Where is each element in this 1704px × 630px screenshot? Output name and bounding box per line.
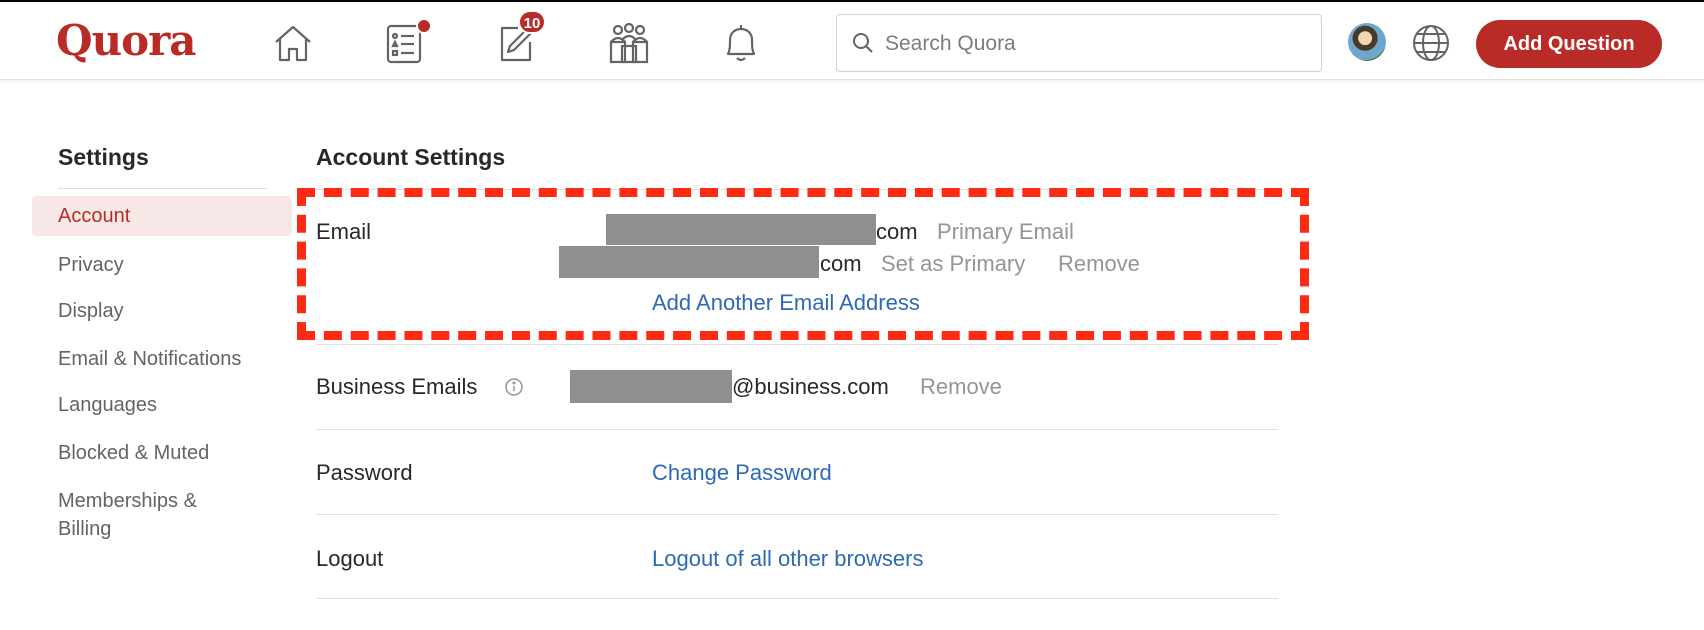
sidebar-divider — [58, 188, 268, 189]
row-divider — [316, 514, 1278, 515]
home-icon[interactable] — [270, 20, 316, 66]
redacted-business-email — [570, 370, 732, 403]
logout-label: Logout — [316, 546, 384, 571]
add-question-button[interactable]: Add Question — [1476, 20, 1662, 68]
following-list-icon[interactable] — [382, 18, 432, 66]
bell-icon[interactable] — [718, 20, 764, 66]
sidebar-item-memberships-billing[interactable]: Memberships & Billing — [58, 487, 197, 543]
sidebar-item-account[interactable]: Account — [58, 202, 130, 230]
search-icon — [853, 33, 873, 53]
quora-logo[interactable]: Quora — [56, 16, 196, 65]
change-password-link[interactable]: Change Password — [652, 460, 832, 486]
sidebar-item-label: Memberships & — [58, 490, 197, 512]
business-email-suffix: @business.com — [732, 374, 889, 399]
search-box[interactable] — [836, 14, 1322, 72]
search-input[interactable] — [883, 25, 1307, 63]
user-avatar[interactable] — [1348, 23, 1386, 61]
top-navigation-bar: Quora 10 Search Quora Add Question — [0, 0, 1704, 80]
row-divider — [316, 598, 1278, 599]
page-title: Account Settings — [316, 144, 506, 170]
remove-business-email-link[interactable]: Remove — [920, 374, 1002, 400]
notification-dot — [416, 18, 432, 34]
sidebar-item-email-notifications[interactable]: Email & Notifications — [58, 345, 241, 373]
row-divider — [316, 429, 1278, 430]
language-globe-icon[interactable] — [1410, 22, 1452, 64]
logout-other-browsers-link[interactable]: Logout of all other browsers — [652, 546, 924, 572]
sidebar-item-label-line2: Billing — [58, 518, 112, 540]
info-icon[interactable] — [504, 377, 524, 397]
row-divider — [316, 344, 1278, 345]
sidebar-item-languages[interactable]: Languages — [58, 391, 157, 419]
password-label: Password — [316, 460, 413, 485]
sidebar-title: Settings — [58, 144, 149, 170]
sidebar-item-blocked-muted[interactable]: Blocked & Muted — [58, 439, 209, 467]
sidebar-item-display[interactable]: Display — [58, 297, 124, 325]
answer-count-badge: 10 — [518, 10, 546, 34]
sidebar-item-privacy[interactable]: Privacy — [58, 251, 124, 279]
annotation-highlight-box — [297, 188, 1309, 340]
answer-edit-icon[interactable]: 10 — [494, 10, 546, 66]
business-emails-label: Business Emails — [316, 374, 478, 399]
spaces-people-icon[interactable] — [606, 20, 652, 66]
